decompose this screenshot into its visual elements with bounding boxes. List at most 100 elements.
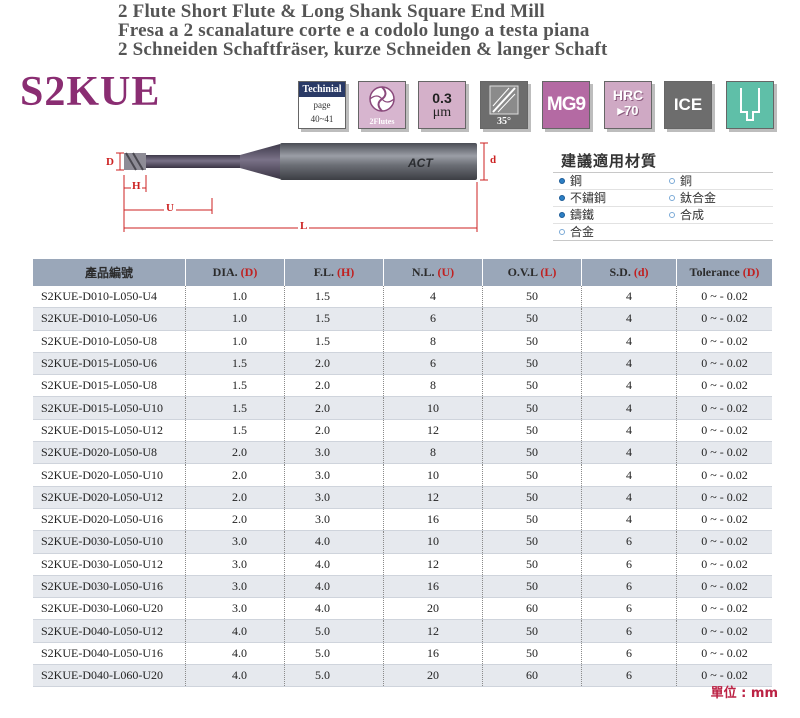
- flutes-icon: 2Flutes: [358, 81, 406, 129]
- title-german: 2 Schneiden Schaftfräser, kurze Schneide…: [118, 39, 608, 60]
- dim-label-D: D: [106, 156, 114, 168]
- recommended-dot-icon: [559, 212, 565, 218]
- cell-nl: 6: [383, 307, 483, 331]
- table-row: S2KUE-D040-L050-U16 4.0 5.0 16 50 6 0 ~ - 0.02: [33, 642, 772, 665]
- cell-nl: 10: [383, 530, 483, 554]
- cell-sd: 4: [581, 508, 677, 531]
- col-header-ovl: O.V.L (L): [482, 259, 582, 286]
- cell-tolerance: 0 ~ - 0.02: [676, 374, 772, 397]
- micron-unit: μm: [432, 105, 452, 120]
- table-row: S2KUE-D020-L050-U8 2.0 3.0 8 50 4 0 ~ - 0.02: [33, 441, 772, 464]
- cell-tolerance: 0 ~ - 0.02: [676, 419, 772, 442]
- cell-nl: 8: [383, 441, 483, 464]
- title-block: 2 Flute Short Flute & Long Shank Square …: [118, 2, 798, 59]
- dim-label-d: d: [490, 154, 497, 166]
- table-row: S2KUE-D030-L050-U12 3.0 4.0 12 50 6 0 ~ - 0.02: [33, 553, 772, 576]
- cell-part-no: S2KUE-D040-L060-U20: [33, 664, 186, 687]
- shank: [280, 143, 477, 180]
- cell-nl: 12: [383, 553, 483, 576]
- cell-fl: 3.0: [284, 463, 384, 487]
- cell-nl: 10: [383, 463, 483, 487]
- technical-header: Techinial: [299, 82, 345, 97]
- cell-fl: 4.0: [284, 530, 384, 554]
- cell-dia: 1.0: [185, 330, 285, 353]
- cell-ovl: 50: [482, 575, 582, 598]
- dim-label-U: U: [164, 202, 176, 214]
- hrc-label: HRC: [612, 87, 644, 103]
- table-row: S2KUE-D015-L050-U6 1.5 2.0 6 50 4 0 ~ - 0.02: [33, 352, 772, 375]
- cell-ovl: 50: [482, 307, 582, 331]
- cell-sd: 4: [581, 396, 677, 420]
- technical-page-icon: Techinial page 40~41: [298, 81, 346, 129]
- helix-lines-icon: [489, 85, 519, 115]
- cell-dia: 3.0: [185, 530, 285, 554]
- cell-ovl: 50: [482, 441, 582, 464]
- helix-angle-icon: 35°: [480, 81, 528, 129]
- cell-dia: 1.5: [185, 419, 285, 442]
- cell-dia: 4.0: [185, 664, 285, 687]
- micron-value: 0.3: [432, 90, 452, 106]
- material-stainless: 不鏽鋼: [553, 190, 663, 206]
- cell-ovl: 50: [482, 463, 582, 487]
- cell-fl: 5.0: [284, 664, 384, 687]
- ice-coating-icon: ICE: [664, 81, 712, 129]
- cell-tolerance: 0 ~ - 0.02: [676, 441, 772, 464]
- recommended-dot-icon: [559, 195, 565, 201]
- table-row: S2KUE-D015-L050-U8 1.5 2.0 8 50 4 0 ~ - 0.02: [33, 374, 772, 397]
- cell-ovl: 50: [482, 619, 582, 643]
- cell-ovl: 50: [482, 396, 582, 420]
- cell-dia: 2.0: [185, 508, 285, 531]
- cell-part-no: S2KUE-D010-L050-U6: [33, 307, 186, 331]
- cell-sd: 4: [581, 286, 677, 308]
- table-row: S2KUE-D010-L050-U4 1.0 1.5 4 50 4 0 ~ - 0.02: [33, 286, 772, 308]
- material-composite: 合成: [663, 207, 773, 223]
- cell-tolerance: 0 ~ - 0.02: [676, 553, 772, 576]
- not-recommended-dot-icon: [559, 229, 565, 235]
- cell-tolerance: 0 ~ - 0.02: [676, 286, 772, 308]
- cell-ovl: 60: [482, 664, 582, 687]
- cell-sd: 6: [581, 530, 677, 554]
- square-end-icon: [726, 81, 774, 129]
- cell-dia: 3.0: [185, 553, 285, 576]
- cell-ovl: 50: [482, 508, 582, 531]
- micron-icon: 0.3 μm: [418, 81, 466, 129]
- material-cast-iron: 鑄鐵: [553, 207, 663, 223]
- cell-dia: 2.0: [185, 441, 285, 464]
- cell-tolerance: 0 ~ - 0.02: [676, 508, 772, 531]
- table-row: S2KUE-D020-L050-U10 2.0 3.0 10 50 4 0 ~ - 0.02: [33, 463, 772, 487]
- cell-tolerance: 0 ~ - 0.02: [676, 642, 772, 665]
- cell-part-no: S2KUE-D015-L050-U8: [41, 378, 157, 393]
- col-header-sd: S.D. (d): [581, 259, 677, 286]
- cell-sd: 4: [581, 330, 677, 353]
- table-row: S2KUE-D015-L050-U12 1.5 2.0 12 50 4 0 ~ - 0.02: [33, 419, 772, 442]
- cell-nl: 10: [383, 396, 483, 420]
- cell-part-no: S2KUE-D015-L050-U12: [41, 422, 163, 437]
- cell-ovl: 50: [482, 642, 582, 665]
- col-header-fl: F.L. (H): [284, 259, 384, 286]
- cell-part-no: S2KUE-D010-L050-U4: [41, 289, 157, 304]
- cell-sd: 6: [581, 664, 677, 687]
- cell-dia: 2.0: [185, 463, 285, 487]
- cell-ovl: 60: [482, 597, 582, 620]
- cell-part-no: S2KUE-D040-L050-U16: [41, 645, 163, 660]
- cell-fl: 1.5: [284, 286, 384, 308]
- cell-part-no: S2KUE-D015-L050-U10: [33, 396, 186, 420]
- cell-nl: 8: [383, 374, 483, 397]
- cell-part-no: S2KUE-D030-L050-U10: [33, 530, 186, 554]
- table-row: S2KUE-D020-L050-U16 2.0 3.0 16 50 4 0 ~ - 0.02: [33, 508, 772, 531]
- cell-fl: 5.0: [284, 642, 384, 665]
- cell-nl: 4: [383, 286, 483, 308]
- recommended-materials: 建議適用材質 鋼 銅 不鏽鋼 鈦合金 鑄鐵 合成 合金: [553, 150, 773, 241]
- cell-fl: 1.5: [284, 307, 384, 331]
- table-row: S2KUE-D040-L050-U12 4.0 5.0 12 50 6 0 ~ - 0.02: [33, 619, 772, 643]
- cell-dia: 1.0: [185, 307, 285, 331]
- cell-sd: 6: [581, 553, 677, 576]
- cell-sd: 4: [581, 307, 677, 331]
- cell-fl: 2.0: [284, 419, 384, 442]
- mg9-material-icon: MG9: [542, 81, 590, 129]
- table-row: S2KUE-D030-L050-U16 3.0 4.0 16 50 6 0 ~ - 0.02: [33, 575, 772, 598]
- hrc-value: ▸70: [617, 103, 639, 118]
- taper: [240, 144, 280, 179]
- cell-tolerance: 0 ~ - 0.02: [676, 307, 772, 331]
- cell-tolerance: 0 ~ - 0.02: [676, 330, 772, 353]
